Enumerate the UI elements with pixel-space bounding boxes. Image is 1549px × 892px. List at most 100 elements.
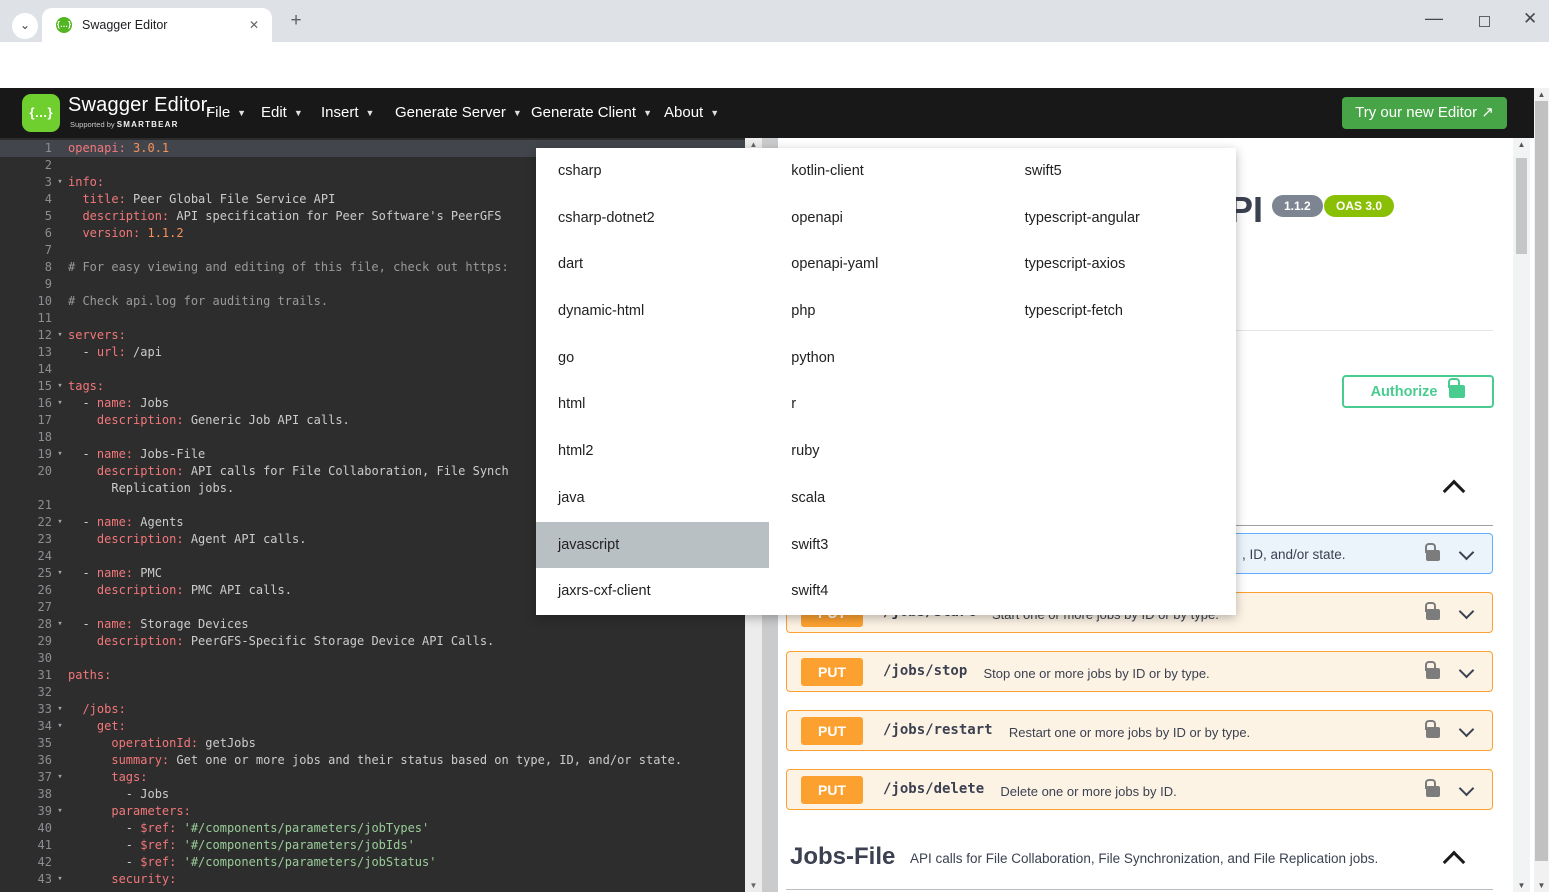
scroll-up-icon[interactable]: ▲ xyxy=(1513,140,1530,149)
scroll-down-icon[interactable]: ▼ xyxy=(1534,881,1549,890)
code-line[interactable]: 42 - $ref: '#/components/parameters/jobS… xyxy=(0,854,745,871)
swagger-editor-header: {…} Swagger Editor. Supported by SMARTBE… xyxy=(0,88,1549,138)
jobs-section-collapse-icon[interactable] xyxy=(1443,480,1466,503)
generate-client-option-typescript-angular[interactable]: typescript-angular xyxy=(1003,195,1236,242)
fold-icon[interactable]: ▾ xyxy=(52,174,68,191)
chevron-down-icon[interactable] xyxy=(1459,604,1475,620)
line-number: 34 xyxy=(0,718,52,735)
new-tab-icon[interactable]: + xyxy=(284,9,308,33)
generate-client-option-dart[interactable]: dart xyxy=(536,241,769,288)
endpoint-row-put--jobs-restart[interactable]: PUT/jobs/restartRestart one or more jobs… xyxy=(786,710,1493,751)
lock-icon[interactable] xyxy=(1426,668,1440,679)
line-number: 29 xyxy=(0,633,52,650)
generate-client-option-swift3[interactable]: swift3 xyxy=(769,522,1002,569)
generate-client-option-php[interactable]: php xyxy=(769,288,1002,335)
fold-icon[interactable]: ▾ xyxy=(52,871,68,888)
try-new-editor-button[interactable]: Try our new Editor ↗ xyxy=(1342,97,1507,129)
code-line[interactable]: 39▾ parameters: xyxy=(0,803,745,820)
generate-client-option-scala[interactable]: scala xyxy=(769,475,1002,522)
generate-client-option-html2[interactable]: html2 xyxy=(536,428,769,475)
code-line[interactable]: 34▾ get: xyxy=(0,718,745,735)
lock-icon[interactable] xyxy=(1426,727,1440,738)
generate-client-option-openapi-yaml[interactable]: openapi-yaml xyxy=(769,241,1002,288)
generate-client-option-javascript[interactable]: javascript xyxy=(536,522,769,569)
fold-icon[interactable]: ▾ xyxy=(52,395,68,412)
generate-client-option-go[interactable]: go xyxy=(536,335,769,382)
authorize-label: Authorize xyxy=(1371,384,1438,400)
code-line[interactable]: 35 operationId: getJobs xyxy=(0,735,745,752)
fold-icon[interactable]: ▾ xyxy=(52,701,68,718)
generate-client-option-typescript-fetch[interactable]: typescript-fetch xyxy=(1003,288,1236,335)
lock-icon[interactable] xyxy=(1426,550,1440,561)
code-line[interactable]: 31paths: xyxy=(0,667,745,684)
lock-icon[interactable] xyxy=(1426,786,1440,797)
fold-icon[interactable]: ▾ xyxy=(52,327,68,344)
generate-client-option-openapi[interactable]: openapi xyxy=(769,195,1002,242)
page-scrollbar[interactable]: ▲ ▼ xyxy=(1534,88,1549,892)
generate-client-option-dynamic-html[interactable]: dynamic-html xyxy=(536,288,769,335)
minimize-icon[interactable]: — xyxy=(1425,8,1443,29)
menu-insert[interactable]: Insert▼ xyxy=(321,88,374,138)
code-line[interactable]: 33▾ /jobs: xyxy=(0,701,745,718)
fold-icon[interactable]: ▾ xyxy=(52,514,68,531)
scrollbar-thumb[interactable] xyxy=(1535,101,1548,861)
generate-client-option-typescript-axios[interactable]: typescript-axios xyxy=(1003,241,1236,288)
code-line[interactable]: 43▾ security: xyxy=(0,871,745,888)
tab-close-icon[interactable]: ✕ xyxy=(246,17,262,33)
menu-about[interactable]: About▼ xyxy=(664,88,719,138)
code-line[interactable]: 40 - $ref: '#/components/parameters/jobT… xyxy=(0,820,745,837)
fold-icon[interactable]: ▾ xyxy=(52,378,68,395)
code-line[interactable]: 30 xyxy=(0,650,745,667)
jobs-file-heading[interactable]: Jobs-File xyxy=(790,843,895,871)
menu-edit[interactable]: Edit▼ xyxy=(261,88,303,138)
fold-icon[interactable]: ▾ xyxy=(52,565,68,582)
tab-search-icon[interactable]: ⌄ xyxy=(12,13,38,39)
scroll-down-icon[interactable]: ▼ xyxy=(745,881,762,890)
chevron-down-icon[interactable] xyxy=(1459,781,1475,797)
jobs-file-collapse-icon[interactable] xyxy=(1443,851,1466,874)
maximize-icon[interactable] xyxy=(1479,16,1490,27)
code-line[interactable]: 28▾ - name: Storage Devices xyxy=(0,616,745,633)
generate-client-option-swift4[interactable]: swift4 xyxy=(769,568,1002,615)
endpoint-row-put--jobs-delete[interactable]: PUT/jobs/deleteDelete one or more jobs b… xyxy=(786,769,1493,810)
generate-client-option-ruby[interactable]: ruby xyxy=(769,428,1002,475)
authorize-button[interactable]: Authorize xyxy=(1342,375,1494,408)
menu-generate-client[interactable]: Generate Client▼ xyxy=(531,88,652,138)
fold-icon[interactable]: ▾ xyxy=(52,718,68,735)
code-line[interactable]: 29 description: PeerGFS-Specific Storage… xyxy=(0,633,745,650)
fold-icon[interactable]: ▾ xyxy=(52,616,68,633)
scroll-down-icon[interactable]: ▼ xyxy=(1513,881,1530,890)
chevron-down-icon[interactable] xyxy=(1459,545,1475,561)
panel-scrollbar[interactable]: ▲ ▼ xyxy=(1513,138,1530,892)
browser-toolbar: ← → ⟳ editor.swagger.io ☆ ⋮ xyxy=(0,42,1549,88)
generate-client-option-python[interactable]: python xyxy=(769,335,1002,382)
fold-icon[interactable]: ▾ xyxy=(52,446,68,463)
generate-client-option-r[interactable]: r xyxy=(769,381,1002,428)
fold-icon[interactable]: ▾ xyxy=(52,803,68,820)
generate-client-option-jaxrs-cxf-client[interactable]: jaxrs-cxf-client xyxy=(536,568,769,615)
scroll-up-icon[interactable]: ▲ xyxy=(1534,90,1549,99)
endpoint-summary: Stop one or more jobs by ID or by type. xyxy=(984,666,1210,681)
fold-icon[interactable]: ▾ xyxy=(52,769,68,786)
generate-client-option-csharp[interactable]: csharp xyxy=(536,148,769,195)
browser-tab[interactable]: {…} Swagger Editor ✕ xyxy=(42,8,272,42)
generate-client-option-swift5[interactable]: swift5 xyxy=(1003,148,1236,195)
code-line[interactable]: 37▾ tags: xyxy=(0,769,745,786)
generate-client-option-kotlin-client[interactable]: kotlin-client xyxy=(769,148,1002,195)
lock-icon[interactable] xyxy=(1426,609,1440,620)
menu-file[interactable]: File▼ xyxy=(206,88,246,138)
code-line[interactable]: 38 - Jobs xyxy=(0,786,745,803)
generate-client-option-csharp-dotnet2[interactable]: csharp-dotnet2 xyxy=(536,195,769,242)
generate-client-option-java[interactable]: java xyxy=(536,475,769,522)
menu-generate-server[interactable]: Generate Server▼ xyxy=(395,88,522,138)
scrollbar-thumb[interactable] xyxy=(1516,158,1527,254)
chevron-down-icon[interactable] xyxy=(1459,722,1475,738)
code-line[interactable]: 32 xyxy=(0,684,745,701)
code-line[interactable]: 36 summary: Get one or more jobs and the… xyxy=(0,752,745,769)
swagger-logo-icon: {…} xyxy=(22,94,60,132)
generate-client-option-html[interactable]: html xyxy=(536,381,769,428)
chevron-down-icon[interactable] xyxy=(1459,663,1475,679)
endpoint-row-put--jobs-stop[interactable]: PUT/jobs/stopStop one or more jobs by ID… xyxy=(786,651,1493,692)
code-line[interactable]: 41 - $ref: '#/components/parameters/jobI… xyxy=(0,837,745,854)
close-icon[interactable]: ✕ xyxy=(1523,9,1537,29)
